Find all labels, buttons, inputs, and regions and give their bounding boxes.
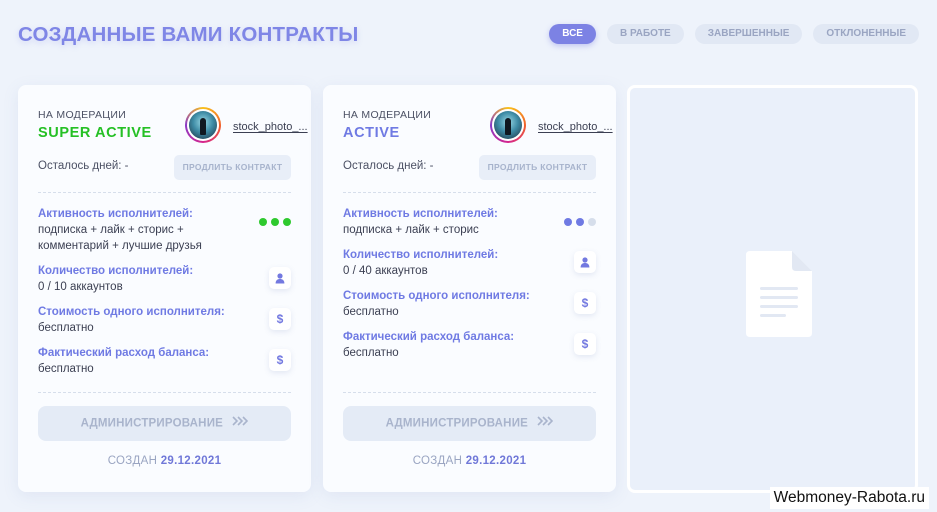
dollar-icon[interactable]: $ bbox=[574, 292, 596, 314]
dollar-icon[interactable]: $ bbox=[269, 308, 291, 330]
divider bbox=[343, 392, 596, 393]
activity-value: подписка + лайк + сторис bbox=[343, 224, 479, 236]
executors-count-value: 0 / 40 аккаунтов bbox=[343, 265, 428, 277]
contract-card: НА МОДЕРАЦИИ SUPER ACTIVE stock_photo_..… bbox=[18, 85, 311, 492]
filter-tab-all[interactable]: ВСЕ bbox=[549, 24, 596, 44]
executors-count-info: Количество исполнителей: 0 / 40 аккаунто… bbox=[343, 247, 596, 279]
activity-info: Активность исполнителей: подписка + лайк… bbox=[38, 206, 291, 254]
balance-spend-title: Фактический расход баланса: bbox=[343, 331, 515, 343]
days-left: Осталось дней: - bbox=[343, 160, 434, 172]
balance-spend-info: Фактический расход баланса: бесплатно $ bbox=[38, 345, 291, 377]
administration-button[interactable]: АДМИНИСТРИРОВАНИЕ bbox=[343, 406, 596, 441]
user-icon[interactable] bbox=[269, 267, 291, 289]
balance-spend-value: бесплатно bbox=[343, 347, 399, 359]
activity-dot bbox=[564, 218, 572, 226]
activity-dot bbox=[271, 218, 279, 226]
filter-tab-completed[interactable]: ЗАВЕРШЕННЫЕ bbox=[694, 24, 803, 44]
username-link[interactable]: stock_photo_... bbox=[538, 121, 613, 133]
executors-count-title: Количество исполнителей: bbox=[343, 249, 499, 261]
extend-contract-button[interactable]: ПРОДЛИТЬ КОНТРАКТ bbox=[479, 155, 596, 180]
administration-button[interactable]: АДМИНИСТРИРОВАНИЕ bbox=[38, 406, 291, 441]
activity-title: Активность исполнителей: bbox=[343, 208, 498, 220]
executor-cost-title: Стоимость одного исполнителя: bbox=[38, 306, 225, 318]
watermark: Webmoney-Rabota.ru bbox=[769, 487, 929, 509]
created-date: СОЗДАН 29.12.2021 bbox=[412, 455, 527, 467]
activity-level-dots bbox=[259, 218, 291, 226]
status-label: НА МОДЕРАЦИИ bbox=[343, 109, 432, 121]
activity-dot bbox=[259, 218, 267, 226]
administration-label: АДМИНИСТРИРОВАНИЕ bbox=[80, 417, 224, 430]
dollar-icon[interactable]: $ bbox=[574, 333, 596, 355]
avatar[interactable] bbox=[490, 107, 526, 143]
extend-contract-button[interactable]: ПРОДЛИТЬ КОНТРАКТ bbox=[174, 155, 291, 180]
balance-spend-value: бесплатно bbox=[38, 363, 94, 375]
contract-card: НА МОДЕРАЦИИ ACTIVE stock_photo_... Оста… bbox=[323, 85, 616, 492]
activity-dot bbox=[283, 218, 291, 226]
created-date: СОЗДАН 29.12.2021 bbox=[107, 455, 222, 467]
page-header: СОЗДАННЫЕ ВАМИ КОНТРАКТЫ ВСЕ В РАБОТЕ ЗА… bbox=[18, 22, 919, 48]
divider bbox=[38, 392, 291, 393]
executors-count-title: Количество исполнителей: bbox=[38, 265, 194, 277]
days-left: Осталось дней: - bbox=[38, 160, 129, 172]
filter-tab-rejected[interactable]: ОТКЛОНЕННЫЕ bbox=[813, 24, 919, 44]
tariff-name: ACTIVE bbox=[343, 125, 400, 141]
activity-dot bbox=[588, 218, 596, 226]
activity-dot bbox=[576, 218, 584, 226]
balance-spend-info: Фактический расход баланса: бесплатно $ bbox=[343, 329, 596, 361]
document-icon bbox=[746, 251, 812, 337]
executors-count-info: Количество исполнителей: 0 / 10 аккаунто… bbox=[38, 263, 291, 295]
executor-cost-value: бесплатно bbox=[343, 306, 399, 318]
activity-value: подписка + лайк + сторис + комментарий +… bbox=[38, 224, 202, 252]
tariff-name: SUPER ACTIVE bbox=[38, 125, 152, 141]
status-label: НА МОДЕРАЦИИ bbox=[38, 109, 127, 121]
executor-cost-value: бесплатно bbox=[38, 322, 94, 334]
username-link[interactable]: stock_photo_... bbox=[233, 121, 308, 133]
executor-cost-title: Стоимость одного исполнителя: bbox=[343, 290, 530, 302]
double-chevron-right-icon bbox=[537, 406, 554, 441]
dollar-icon[interactable]: $ bbox=[269, 349, 291, 371]
activity-info: Активность исполнителей: подписка + лайк… bbox=[343, 206, 596, 238]
filter-tab-in-progress[interactable]: В РАБОТЕ bbox=[606, 24, 684, 44]
create-contract-slot[interactable] bbox=[627, 85, 918, 493]
double-chevron-right-icon bbox=[232, 406, 249, 441]
administration-label: АДМИНИСТРИРОВАНИЕ bbox=[385, 417, 529, 430]
executor-cost-info: Стоимость одного исполнителя: бесплатно … bbox=[343, 288, 596, 320]
executor-cost-info: Стоимость одного исполнителя: бесплатно … bbox=[38, 304, 291, 336]
filter-tabs: ВСЕ В РАБОТЕ ЗАВЕРШЕННЫЕ ОТКЛОНЕННЫЕ bbox=[549, 24, 919, 44]
activity-title: Активность исполнителей: bbox=[38, 208, 193, 220]
activity-level-dots bbox=[564, 218, 596, 226]
balance-spend-title: Фактический расход баланса: bbox=[38, 347, 210, 359]
avatar[interactable] bbox=[185, 107, 221, 143]
user-icon[interactable] bbox=[574, 251, 596, 273]
executors-count-value: 0 / 10 аккаунтов bbox=[38, 281, 123, 293]
